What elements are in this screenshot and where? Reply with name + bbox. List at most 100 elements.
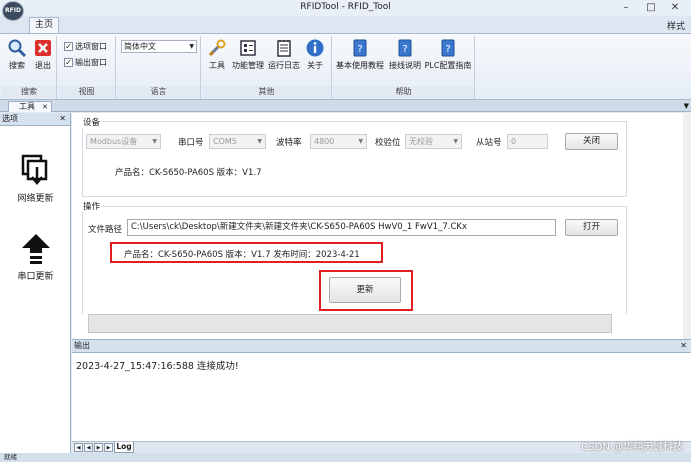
sidebar-item-network-update[interactable]: 网络更新	[0, 153, 71, 204]
tab-tools[interactable]: 工具 ✕	[8, 101, 52, 112]
network-update-icon	[21, 154, 47, 185]
close-icon[interactable]: ✕	[42, 102, 48, 112]
group-label-language: 语言	[117, 86, 200, 98]
search-icon	[8, 39, 27, 58]
search-button-label: 搜索	[9, 61, 25, 70]
port-value: COM5	[213, 137, 237, 146]
watermark: CSDN @华翔天诚科技	[581, 442, 683, 453]
exit-button[interactable]: 退出	[31, 38, 55, 71]
file-info: 产品名：CK-S650-PA60S 版本：V1.7 发布时间：2023-4-21	[124, 250, 360, 260]
open-button[interactable]: 打开	[565, 219, 618, 236]
sidebar-item-serial-update[interactable]: 串口更新	[0, 231, 71, 282]
port-select[interactable]: COM5 ▼	[209, 134, 266, 149]
prev-page-icon[interactable]: ◀	[84, 443, 93, 452]
chevron-down-icon: ▼	[257, 138, 262, 145]
device-section	[82, 121, 627, 197]
tab-log[interactable]: Log	[114, 442, 134, 453]
first-page-icon[interactable]: ◀	[74, 443, 83, 452]
chevron-down-icon: ▼	[152, 138, 157, 145]
maximize-button[interactable]: □	[640, 1, 662, 14]
update-button[interactable]: 更新	[329, 277, 401, 303]
close-icon[interactable]: ✕	[680, 340, 687, 352]
next-page-icon[interactable]: ▶	[94, 443, 103, 452]
title-bar: RFIDTool - RFID_Tool – □ ✕	[0, 0, 691, 16]
about-button[interactable]: 关于	[302, 38, 328, 71]
scrollbar[interactable]	[683, 113, 691, 339]
app-logo[interactable]: RFID	[2, 1, 24, 21]
sidebar-item-label: 网络更新	[17, 194, 54, 204]
group-label-view: 视图	[58, 86, 115, 98]
protocol-value: Modbus设备	[90, 137, 138, 146]
help-book-icon: ?	[441, 39, 455, 57]
style-menu[interactable]: 样式	[667, 19, 685, 32]
group-search: 搜索 退出 搜索	[2, 36, 57, 99]
output-panel-title: 输出	[74, 341, 90, 350]
plc-guide-button[interactable]: ? PLC配置指南	[423, 38, 473, 71]
output-panel-header: 输出 ✕	[72, 340, 691, 353]
output-window-checkbox[interactable]: ✓ 输出窗口	[64, 57, 107, 68]
output-panel: 输出 ✕ 2023-4-27_15:47:16:588 连接成功! ◀ ◀ ▶ …	[72, 339, 691, 453]
parity-value: 无校验	[409, 137, 433, 146]
sidebar-item-label: 串口更新	[17, 272, 54, 282]
chevron-down-icon: ▼	[453, 138, 458, 145]
option-window-checkbox[interactable]: ✓ 选项窗口	[64, 41, 107, 52]
baud-select[interactable]: 4800 ▼	[310, 134, 367, 149]
svg-text:?: ?	[402, 44, 407, 55]
svg-text:?: ?	[445, 44, 450, 55]
group-label-other: 其他	[202, 86, 331, 98]
group-label-search: 搜索	[2, 86, 56, 98]
slave-field[interactable]: 0	[507, 134, 548, 149]
tools-button-label: 工具	[209, 61, 225, 70]
exit-icon	[35, 40, 51, 56]
func-mgmt-button[interactable]: 功能管理	[230, 38, 266, 71]
basic-tutorial-button[interactable]: ? 基本使用教程	[335, 38, 385, 71]
close-button[interactable]: 关闭	[565, 133, 618, 150]
ribbon-tab-row: 主页 样式	[0, 16, 691, 33]
output-window-label: 输出窗口	[75, 58, 107, 67]
tab-home[interactable]: 主页	[29, 17, 59, 33]
parity-select[interactable]: 无校验 ▼	[405, 134, 462, 149]
func-mgmt-button-label: 功能管理	[232, 61, 264, 70]
log-line: 2023-4-27_15:47:16:588 连接成功!	[76, 361, 239, 372]
parity-label: 校验位	[375, 138, 401, 148]
operation-legend: 操作	[82, 200, 102, 212]
close-icon[interactable]: ✕	[59, 113, 66, 125]
chevron-down-icon: ▼	[358, 138, 363, 145]
slave-label: 从站号	[476, 138, 502, 148]
chevron-down-icon: ▼	[189, 43, 194, 50]
group-help: ? 基本使用教程 ? 接线说明 ? PLC配置指南 帮助	[333, 36, 475, 99]
main-panel: 设备 Modbus设备 ▼ 串口号 COM5 ▼ 波特率 4800 ▼ 校验位 无校验…	[72, 113, 691, 339]
file-path-label: 文件路径	[88, 225, 123, 235]
document-tab-strip: 工具 ✕ ▼	[0, 100, 691, 112]
check-icon: ✓	[64, 58, 73, 67]
status-text: 就绪	[4, 453, 17, 461]
file-path-input[interactable]: C:\Users\ck\Desktop\新建文件夹\新建文件夹\CK-S650-…	[127, 219, 556, 236]
run-log-button[interactable]: 运行日志	[266, 38, 302, 71]
baud-label: 波特率	[276, 138, 302, 148]
protocol-select[interactable]: Modbus设备 ▼	[86, 134, 161, 149]
help-book-icon: ?	[398, 39, 412, 57]
upload-arrow-icon	[21, 234, 50, 264]
function-manage-icon	[240, 40, 256, 56]
port-label: 串口号	[178, 138, 204, 148]
last-page-icon[interactable]: ▶	[104, 443, 113, 452]
slave-value: 0	[511, 137, 517, 146]
chevron-down-icon[interactable]: ▼	[684, 102, 689, 110]
check-icon: ✓	[64, 42, 73, 51]
about-button-label: 关于	[307, 61, 323, 70]
progress-bar	[88, 314, 612, 333]
plc-guide-label: PLC配置指南	[424, 61, 472, 70]
wiring-button[interactable]: ? 接线说明	[387, 38, 423, 71]
tools-button[interactable]: 工具	[204, 38, 230, 71]
close-window-button[interactable]: ✕	[664, 1, 686, 14]
svg-text:?: ?	[357, 44, 362, 55]
tab-tools-label: 工具	[19, 102, 35, 111]
run-log-button-label: 运行日志	[268, 61, 300, 70]
device-legend: 设备	[82, 116, 102, 128]
group-view: ✓ 选项窗口 ✓ 输出窗口 视图	[58, 36, 116, 99]
language-select[interactable]: 简体中文 ▼	[121, 40, 197, 53]
minimize-button[interactable]: –	[615, 1, 637, 14]
search-button[interactable]: 搜索	[5, 38, 29, 71]
language-value: 简体中文	[124, 42, 156, 51]
status-bar: 就绪	[0, 453, 691, 462]
